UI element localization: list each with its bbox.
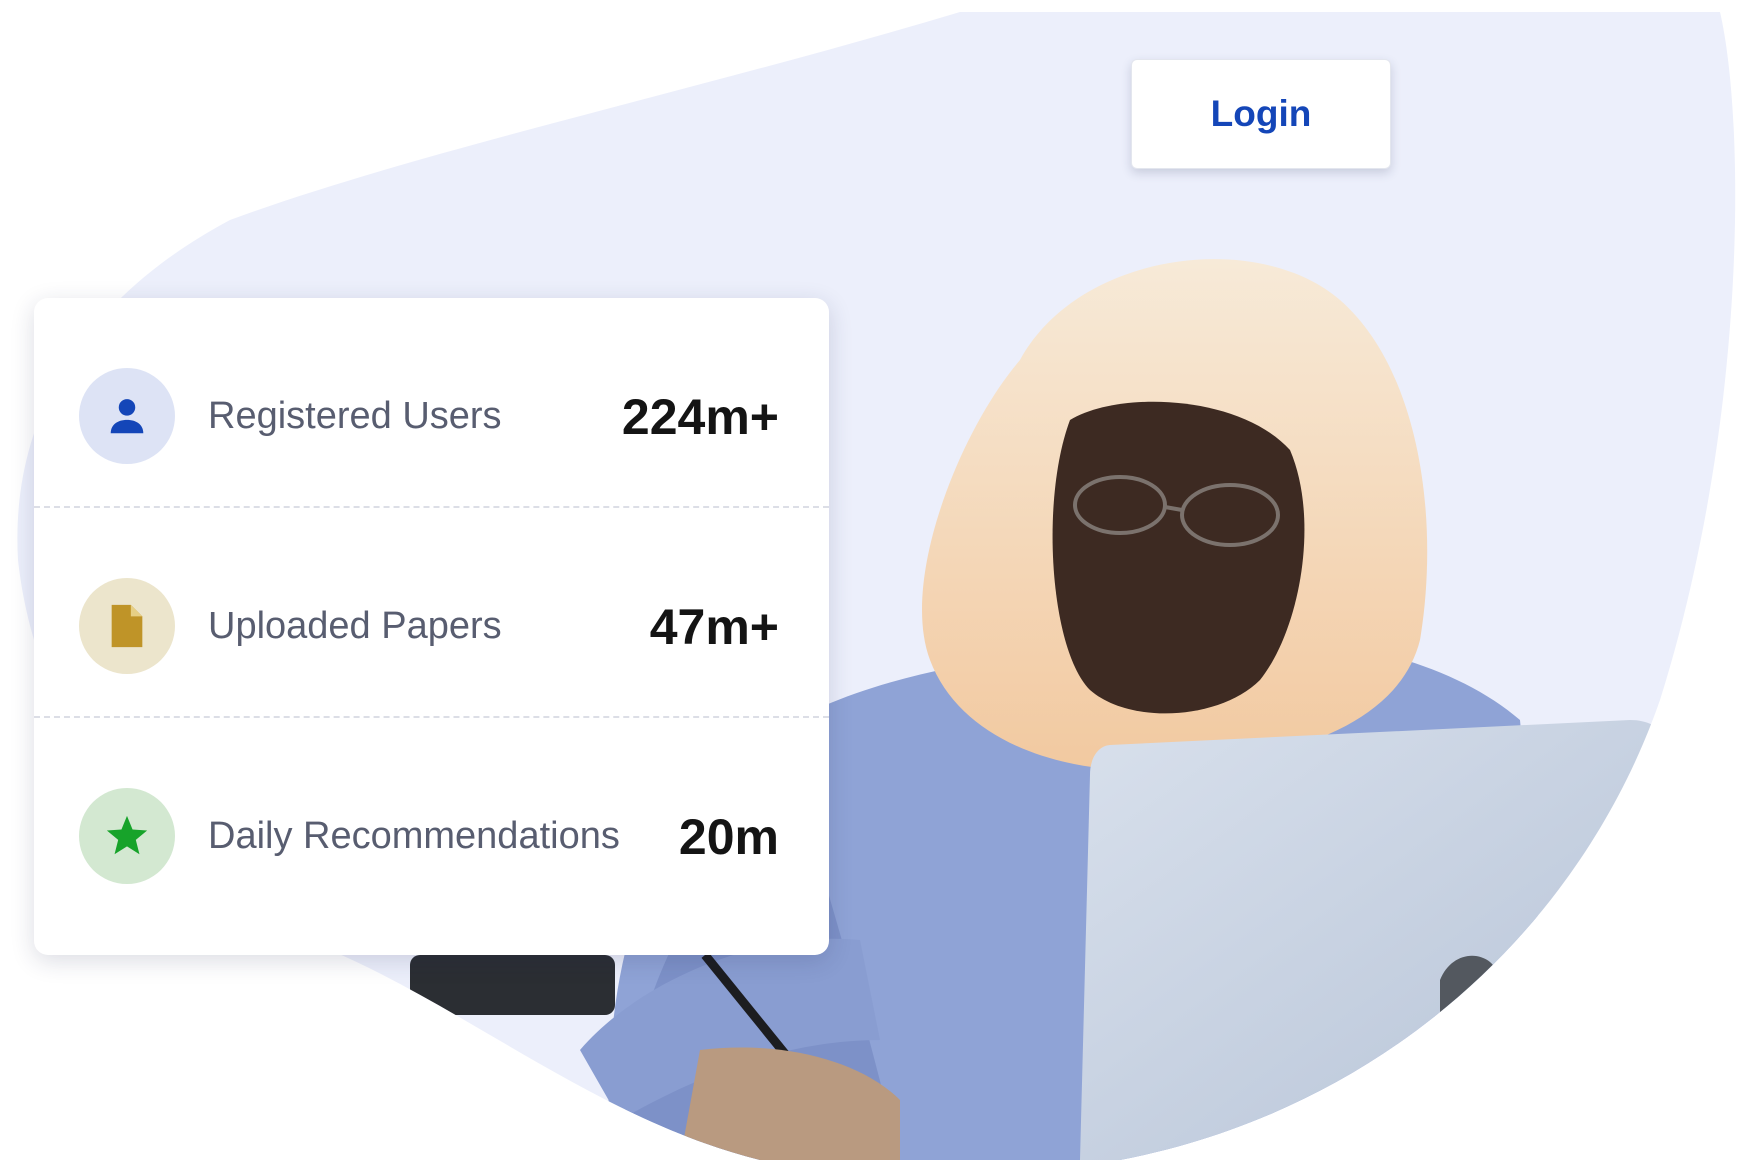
stat-row-uploaded-papers: Uploaded Papers 47m+ <box>34 508 829 718</box>
stat-label: Daily Recommendations <box>208 815 620 857</box>
stat-label: Uploaded Papers <box>208 605 502 647</box>
stats-card: Registered Users 224m+ Uploaded Papers 4… <box>34 298 829 955</box>
stat-label: Registered Users <box>208 395 502 437</box>
stat-value: 224m+ <box>621 389 779 445</box>
stat-row-daily-recommendations: Daily Recommendations 20m <box>34 718 829 928</box>
star-icon <box>79 788 175 884</box>
document-icon <box>79 578 175 674</box>
login-button[interactable]: Login <box>1131 59 1391 169</box>
stat-value: 20m <box>678 809 779 865</box>
user-icon <box>79 368 175 464</box>
login-button-label: Login <box>1210 93 1312 134</box>
stat-value: 47m+ <box>649 599 779 655</box>
stat-row-registered-users: Registered Users 224m+ <box>34 298 829 508</box>
